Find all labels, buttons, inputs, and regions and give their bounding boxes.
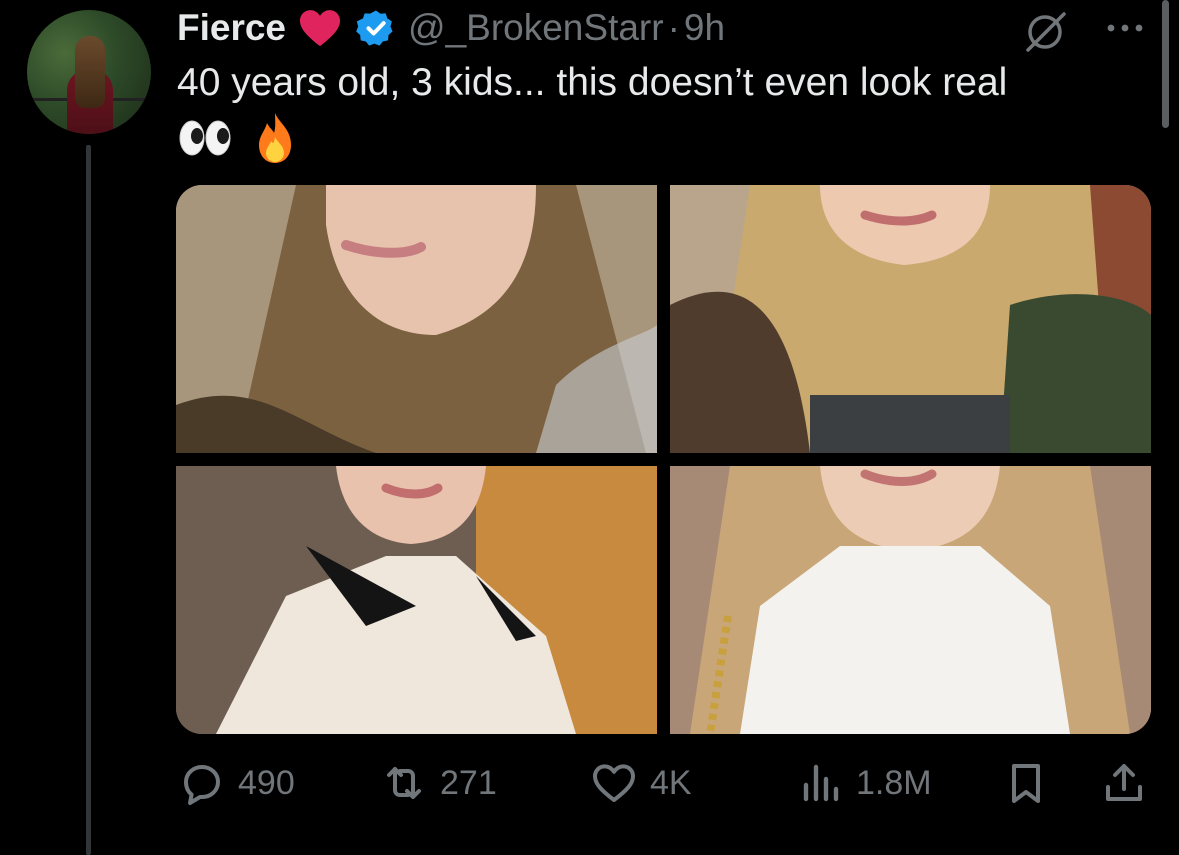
share-button[interactable]: [1100, 753, 1148, 813]
photo-1[interactable]: [176, 185, 657, 453]
post-header: Fierce @_BrokenStarr · 9h: [177, 6, 725, 50]
thread-line: [86, 145, 91, 855]
views-button[interactable]: 1.8M: [796, 753, 932, 813]
bookmark-icon: [1012, 764, 1040, 803]
media-grid: [176, 185, 1151, 734]
photo-4-image: [670, 466, 1151, 734]
like-button[interactable]: 4K: [590, 753, 692, 813]
post-emojis: [177, 110, 299, 166]
grok-icon[interactable]: [1020, 10, 1070, 54]
avatar[interactable]: [27, 10, 151, 134]
fire-emoji: [259, 113, 291, 163]
avatar-hair: [75, 36, 105, 108]
verified-badge-icon[interactable]: [356, 8, 396, 48]
scrollbar[interactable]: [1162, 0, 1169, 128]
view-count: 1.8M: [856, 763, 932, 802]
photo-2[interactable]: [670, 185, 1151, 453]
repost-icon: [387, 767, 421, 799]
share-icon: [1106, 764, 1142, 801]
reply-icon: [184, 765, 220, 805]
bookmark-button[interactable]: [1002, 753, 1050, 813]
post-timestamp[interactable]: 9h: [684, 7, 725, 49]
repost-count: 271: [440, 763, 497, 802]
action-bar: 490 271 4K 1.8M: [178, 753, 1148, 813]
eyes-emoji: [179, 120, 231, 156]
more-dots-icon[interactable]: [1103, 18, 1147, 38]
photo-4[interactable]: [670, 466, 1151, 734]
photo-3[interactable]: [176, 466, 657, 734]
like-count: 4K: [650, 763, 692, 802]
red-heart-emoji: [300, 10, 341, 47]
reply-button[interactable]: 490: [178, 753, 295, 813]
repost-button[interactable]: 271: [380, 753, 497, 813]
author-handle[interactable]: @_BrokenStarr: [408, 7, 664, 49]
author-name[interactable]: Fierce: [177, 7, 286, 49]
photo-2-image: [670, 185, 1151, 453]
views-icon: [803, 764, 839, 802]
photo-1-image: [176, 185, 657, 453]
post-text: 40 years old, 3 kids... this doesn’t eve…: [177, 61, 1008, 104]
like-icon: [593, 764, 635, 802]
photo-3-image: [176, 466, 657, 734]
reply-count: 490: [238, 763, 295, 802]
separator-dot: ·: [667, 7, 680, 48]
